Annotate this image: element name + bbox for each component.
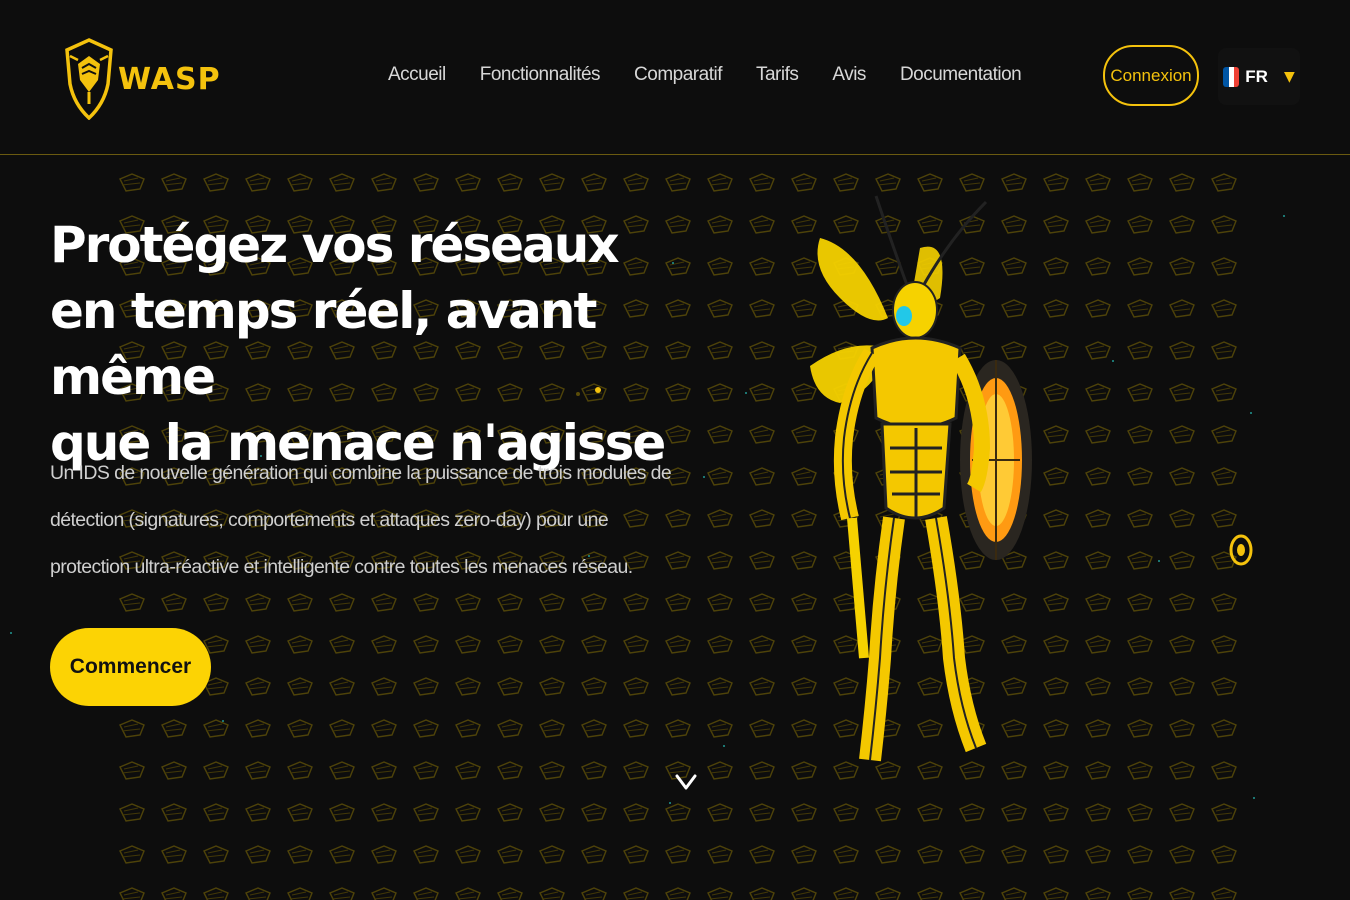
- language-code: FR: [1245, 66, 1268, 86]
- nav-item-comparatif[interactable]: Comparatif: [634, 64, 722, 86]
- language-selector[interactable]: FR ▼: [1218, 48, 1300, 105]
- hero-title-line: en temps réel, avant même: [50, 282, 597, 406]
- nav-item-accueil[interactable]: Accueil: [388, 64, 446, 86]
- nav-item-fonctionnalites[interactable]: Fonctionnalités: [480, 64, 601, 86]
- site-header: WASP Accueil Fonctionnalités Comparatif …: [0, 0, 1350, 155]
- nav-item-documentation[interactable]: Documentation: [900, 64, 1022, 86]
- typing-dots-icon: [576, 387, 601, 396]
- target-icon[interactable]: [1228, 533, 1254, 567]
- france-flag-icon: [1223, 66, 1240, 87]
- armored-wasp-illustration: [810, 195, 1032, 762]
- nav-item-avis[interactable]: Avis: [832, 64, 866, 86]
- brand-logo[interactable]: WASP: [64, 38, 221, 120]
- start-button[interactable]: Commencer: [50, 628, 211, 706]
- wasp-shield-logo-icon: [65, 38, 113, 120]
- login-button[interactable]: Connexion: [1103, 45, 1199, 106]
- hero-description: Un IDS de nouvelle génération qui combin…: [50, 462, 672, 578]
- chevron-down-icon: ▼: [1283, 68, 1295, 85]
- brand-name: WASP: [118, 61, 221, 97]
- hero-title-line: Protégez vos réseaux: [50, 216, 620, 274]
- main-nav: Accueil Fonctionnalités Comparatif Tarif…: [388, 64, 1055, 86]
- nav-item-tarifs[interactable]: Tarifs: [756, 64, 799, 86]
- hero-title: Protégez vos réseaux en temps réel, avan…: [50, 212, 690, 476]
- chevron-down-icon[interactable]: [674, 770, 698, 794]
